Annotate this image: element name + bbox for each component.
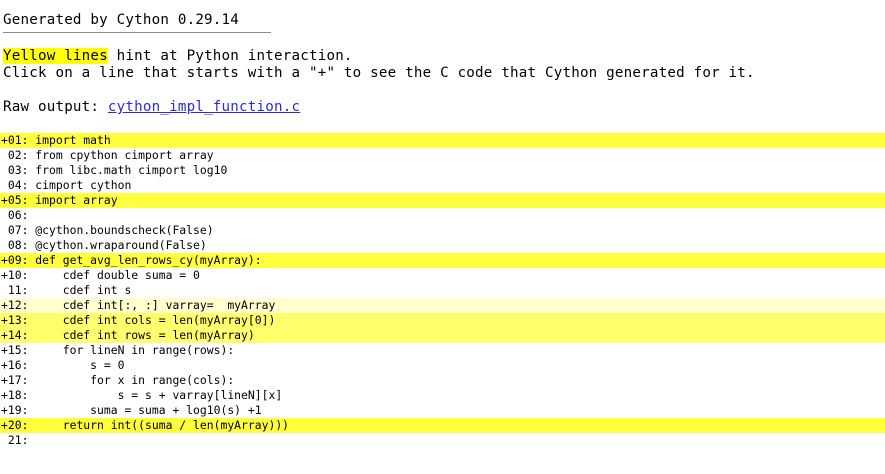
line-number: +10: [1, 268, 36, 282]
code-text: suma = suma + log10(s) +1 [35, 403, 262, 417]
code-line: 02: from cpython cimport array [0, 148, 885, 163]
code-line: 11: cdef int s [0, 283, 885, 298]
code-text: s = 0 [35, 358, 125, 372]
code-text: for lineN in range(rows): [35, 343, 235, 357]
line-number: +05: [1, 193, 36, 207]
raw-output-label: Raw output: [3, 99, 108, 115]
code-text: from cpython cimport array [35, 148, 214, 162]
code-line: 03: from libc.math cimport log10 [0, 163, 885, 178]
code-text: cimport cython [35, 178, 132, 192]
line-number: +09: [1, 253, 36, 267]
code-line[interactable]: +20: return int((suma / len(myArray))) [0, 418, 885, 433]
code-text: cdef int[:, :] varray= myArray [35, 298, 276, 312]
hint-text: hint at Python interaction. [107, 48, 353, 64]
raw-output-row: Raw output: cython_impl_function.c [3, 99, 300, 115]
line-number: +19: [1, 403, 36, 417]
code-line[interactable]: +14: cdef int rows = len(myArray) [0, 328, 885, 343]
code-line: 06: [0, 208, 885, 223]
code-line[interactable]: +13: cdef int cols = len(myArray[0]) [0, 313, 885, 328]
hint-line: Yellow lines hint at Python interaction. [3, 48, 353, 64]
code-line[interactable]: +18: s = s + varray[lineN][x] [0, 388, 885, 403]
code-line[interactable]: +17: for x in range(cols): [0, 373, 885, 388]
code-text: from libc.math cimport log10 [35, 163, 228, 177]
code-line[interactable]: +19: suma = suma + log10(s) +1 [0, 403, 885, 418]
code-line: 04: cimport cython [0, 178, 885, 193]
code-listing: +01: import math 02: from cpython cimpor… [0, 133, 885, 448]
code-text: cdef int rows = len(myArray) [35, 328, 255, 342]
line-number: 21: [1, 433, 36, 447]
code-line[interactable]: +12: cdef int[:, :] varray= myArray [0, 298, 885, 313]
code-text: cdef int s [35, 283, 132, 297]
code-text: s = s + varray[lineN][x] [35, 388, 283, 402]
line-number: +18: [1, 388, 36, 402]
code-line[interactable]: +05: import array [0, 193, 885, 208]
code-text: for x in range(cols): [35, 373, 235, 387]
code-text: @cython.boundscheck(False) [35, 223, 214, 237]
code-text: cdef int cols = len(myArray[0]) [35, 313, 276, 327]
line-number: 11: [1, 283, 36, 297]
code-line[interactable]: +16: s = 0 [0, 358, 885, 373]
code-text: import array [35, 193, 118, 207]
generated-by-title: Generated by Cython 0.29.14 [3, 12, 271, 33]
line-number: +17: [1, 373, 36, 387]
code-line[interactable]: +10: cdef double suma = 0 [0, 268, 885, 283]
click-hint: Click on a line that starts with a "+" t… [3, 65, 755, 81]
line-number: 08: [1, 238, 36, 252]
line-number: +20: [1, 418, 36, 432]
line-number: 02: [1, 148, 36, 162]
line-number: 07: [1, 223, 36, 237]
line-number: +15: [1, 343, 36, 357]
line-number: +01: [1, 133, 36, 147]
code-line: 08: @cython.wraparound(False) [0, 238, 885, 253]
line-number: 06: [1, 208, 36, 222]
line-number: +13: [1, 313, 36, 327]
code-line: 21: [0, 433, 885, 448]
line-number: +16: [1, 358, 36, 372]
code-text: return int((suma / len(myArray))) [35, 418, 290, 432]
raw-output-link[interactable]: cython_impl_function.c [108, 99, 300, 115]
code-text: def get_avg_len_rows_cy(myArray): [35, 253, 262, 267]
line-number: +12: [1, 298, 36, 312]
yellow-lines-highlight: Yellow lines [3, 48, 108, 64]
code-line: 07: @cython.boundscheck(False) [0, 223, 885, 238]
line-number: 04: [1, 178, 36, 192]
line-number: 03: [1, 163, 36, 177]
line-number: +14: [1, 328, 36, 342]
code-line[interactable]: +09: def get_avg_len_rows_cy(myArray): [0, 253, 885, 268]
code-text: import math [35, 133, 111, 147]
code-text: cdef double suma = 0 [35, 268, 200, 282]
code-text: @cython.wraparound(False) [35, 238, 207, 252]
code-line[interactable]: +15: for lineN in range(rows): [0, 343, 885, 358]
code-line[interactable]: +01: import math [0, 133, 885, 148]
